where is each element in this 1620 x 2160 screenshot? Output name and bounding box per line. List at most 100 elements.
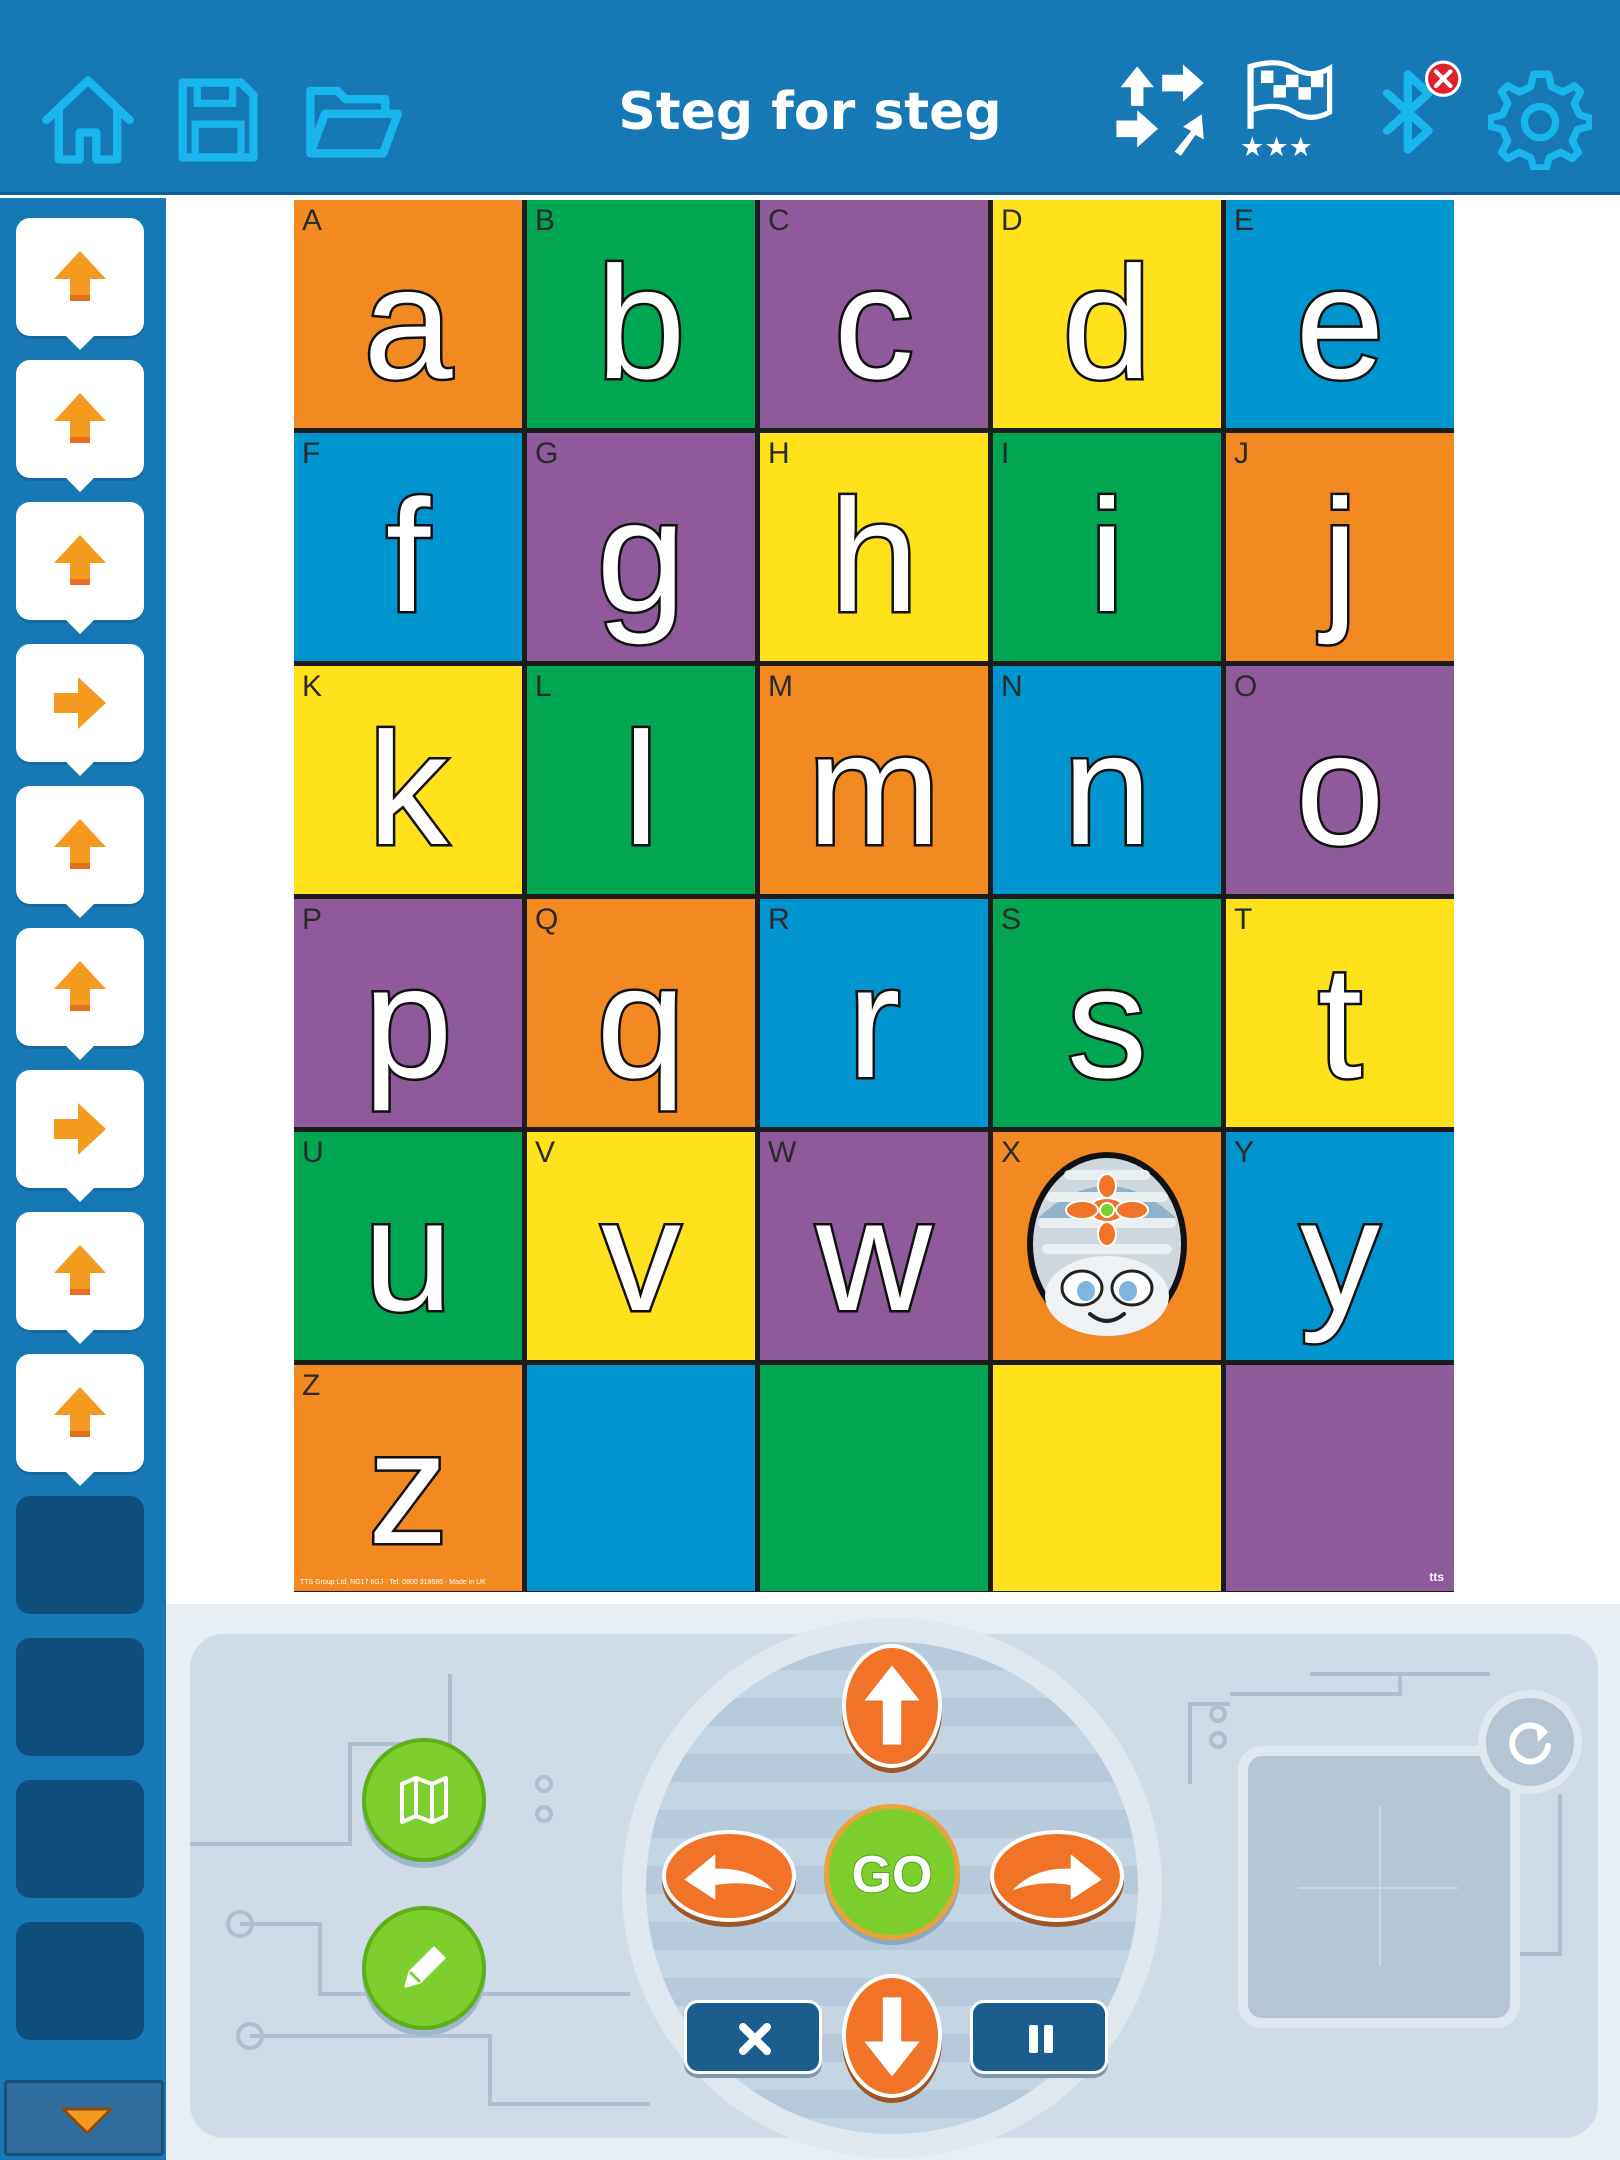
- robot-avatar[interactable]: [1024, 1148, 1190, 1338]
- cell-lowercase-letter: r: [845, 932, 903, 1111]
- program-step-forward[interactable]: [16, 502, 144, 634]
- cell-capital-letter: E: [1234, 204, 1255, 237]
- save-icon[interactable]: [164, 68, 268, 172]
- backward-button[interactable]: [842, 1974, 942, 2098]
- clear-button[interactable]: [684, 2000, 822, 2074]
- program-step-forward[interactable]: [16, 1354, 144, 1486]
- home-icon[interactable]: [36, 68, 140, 172]
- program-strip: [0, 198, 166, 2160]
- cell-lowercase-letter: y: [1298, 1165, 1383, 1344]
- mat-cell-n: Nn: [993, 666, 1221, 894]
- mat-cell-f: Ff: [294, 433, 522, 661]
- cell-lowercase-letter: b: [594, 233, 688, 412]
- program-step-forward[interactable]: [16, 786, 144, 918]
- mat-cell-q: Qq: [527, 899, 755, 1127]
- cell-capital-letter: S: [1001, 903, 1022, 936]
- cell-lowercase-letter: l: [621, 699, 662, 878]
- page-title: Steg for steg: [618, 82, 1002, 142]
- mat-cell-m: Mm: [760, 666, 988, 894]
- cell-capital-letter: J: [1234, 437, 1249, 470]
- cell-capital-letter: R: [768, 903, 790, 936]
- program-slot-empty[interactable]: [16, 1496, 144, 1614]
- cell-capital-letter: Q: [535, 903, 559, 936]
- map-button[interactable]: [362, 1738, 486, 1862]
- mat-cell-s: Ss: [993, 899, 1221, 1127]
- cell-lowercase-letter: p: [361, 932, 455, 1111]
- mat-cell-blank: [527, 1365, 755, 1591]
- mat-cell-c: Cc: [760, 200, 988, 428]
- program-step-forward[interactable]: [16, 1212, 144, 1344]
- svg-text:★★★: ★★★: [1240, 132, 1313, 160]
- map-icon: [400, 1776, 448, 1824]
- mat-cell-blank: [1226, 1365, 1454, 1591]
- mat-cell-w: Ww: [760, 1132, 988, 1360]
- cell-lowercase-letter: j: [1320, 466, 1361, 645]
- turn-left-icon: [684, 1854, 774, 1900]
- cell-capital-letter: X: [1001, 1136, 1022, 1169]
- cell-capital-letter: N: [1001, 670, 1023, 703]
- mat-cell-u: Uu: [294, 1132, 522, 1360]
- mat-cell-r: Rr: [760, 899, 988, 1127]
- robot-preview-area: [1238, 1746, 1520, 2028]
- cell-lowercase-letter: v: [599, 1165, 684, 1344]
- cell-lowercase-letter: t: [1315, 932, 1364, 1111]
- mat-cell-g: Gg: [527, 433, 755, 661]
- direction-pad: GO: [622, 1618, 1162, 2158]
- cell-lowercase-letter: k: [366, 699, 451, 878]
- reset-icon: [1509, 1722, 1551, 1765]
- randomize-moves-icon[interactable]: [1106, 56, 1210, 160]
- close-icon: [739, 2023, 771, 2055]
- mat-cell-t: Tt: [1226, 899, 1454, 1127]
- mat-cell-l: Ll: [527, 666, 755, 894]
- forward-button[interactable]: [842, 1644, 942, 1768]
- reset-button[interactable]: [1478, 1690, 1582, 1794]
- turn-right-button[interactable]: [990, 1830, 1124, 1922]
- cell-capital-letter: L: [535, 670, 552, 703]
- cell-lowercase-letter: s: [1065, 932, 1150, 1111]
- program-step-right[interactable]: [16, 644, 144, 776]
- cell-lowercase-letter: d: [1060, 233, 1154, 412]
- turn-left-button[interactable]: [662, 1830, 796, 1922]
- strip-scroll-down-button[interactable]: [4, 2080, 164, 2156]
- program-step-forward[interactable]: [16, 218, 144, 350]
- cell-lowercase-letter: w: [814, 1165, 935, 1344]
- go-button[interactable]: GO: [824, 1804, 960, 1940]
- program-step-forward[interactable]: [16, 360, 144, 492]
- bluetooth-icon[interactable]: [1360, 60, 1464, 164]
- cell-capital-letter: Y: [1234, 1136, 1255, 1169]
- program-step-right[interactable]: [16, 1070, 144, 1202]
- cell-capital-letter: D: [1001, 204, 1023, 237]
- cell-lowercase-letter: h: [827, 466, 921, 645]
- mat-cell-d: Dd: [993, 200, 1221, 428]
- mat-cell-p: Pp: [294, 899, 522, 1127]
- cell-capital-letter: T: [1234, 903, 1253, 936]
- cell-lowercase-letter: o: [1293, 699, 1387, 878]
- mat-cell-k: Kk: [294, 666, 522, 894]
- challenge-flag-icon[interactable]: ★★★: [1236, 56, 1340, 163]
- mat-cell-h: Hh: [760, 433, 988, 661]
- program-slot-empty[interactable]: [16, 1638, 144, 1756]
- program-step-forward[interactable]: [16, 928, 144, 1060]
- settings-icon[interactable]: [1486, 66, 1594, 172]
- program-slot-empty[interactable]: [16, 1922, 144, 2040]
- folder-icon[interactable]: [300, 68, 404, 172]
- mat-cell-a: Aa: [294, 200, 522, 428]
- cell-capital-letter: H: [768, 437, 790, 470]
- pencil-icon: [404, 1946, 446, 1988]
- cell-capital-letter: U: [302, 1136, 324, 1169]
- top-toolbar: Steg for steg ★★★: [0, 0, 1620, 195]
- cell-capital-letter: W: [768, 1136, 797, 1169]
- cell-capital-letter: M: [768, 670, 793, 703]
- mat-cell-j: Jj: [1226, 433, 1454, 661]
- edit-button[interactable]: [362, 1906, 486, 2030]
- mat-cell-i: Ii: [993, 433, 1221, 661]
- cell-capital-letter: A: [302, 204, 323, 237]
- mat-fine-print: TTS Group Ltd, NG17 6GJ · Tel: 0800 3186…: [300, 1579, 486, 1586]
- cell-capital-letter: B: [535, 204, 556, 237]
- pause-button[interactable]: [970, 2000, 1108, 2074]
- cell-lowercase-letter: g: [594, 466, 688, 645]
- chevron-down-icon: [61, 2107, 113, 2135]
- cell-capital-letter: I: [1001, 437, 1010, 470]
- cell-lowercase-letter: a: [361, 233, 455, 412]
- program-slot-empty[interactable]: [16, 1780, 144, 1898]
